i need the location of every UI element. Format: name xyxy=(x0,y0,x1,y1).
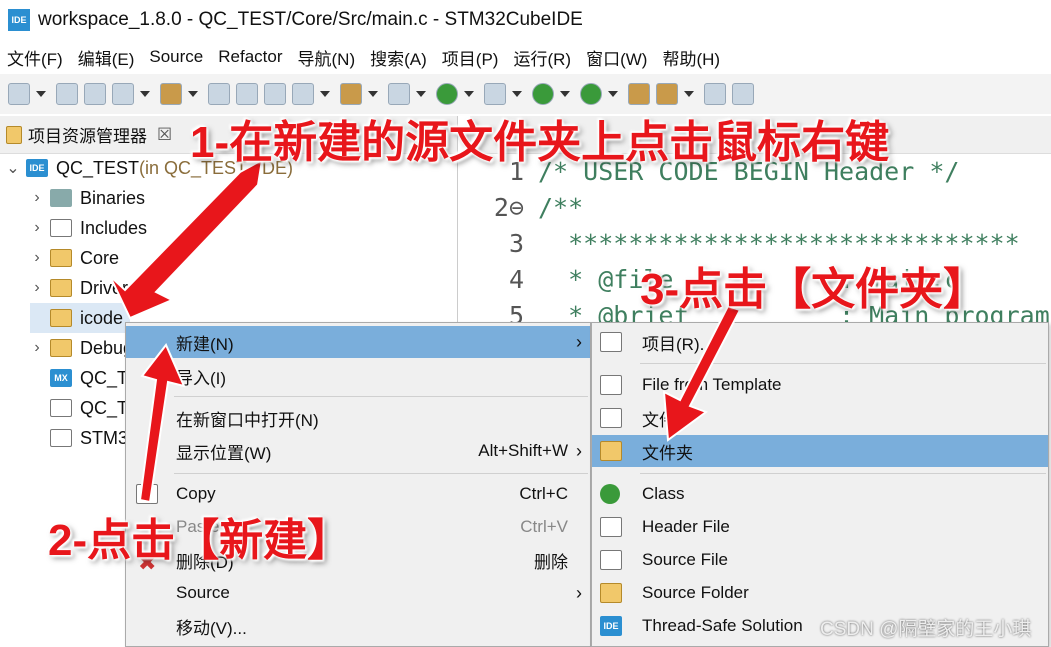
arrow-3 xyxy=(662,304,742,442)
annotation-step-3: 3-点击【文件夹】 xyxy=(640,265,988,314)
annotation-step-2: 2-点击【新建】 xyxy=(48,516,352,565)
arrow-2 xyxy=(138,343,186,504)
annotation-step-1: 1-在新建的源文件夹上点击鼠标右键 xyxy=(190,118,890,167)
watermark: CSDN @隔壁家的王小琪 xyxy=(820,619,1032,640)
arrow-1 xyxy=(109,158,264,320)
